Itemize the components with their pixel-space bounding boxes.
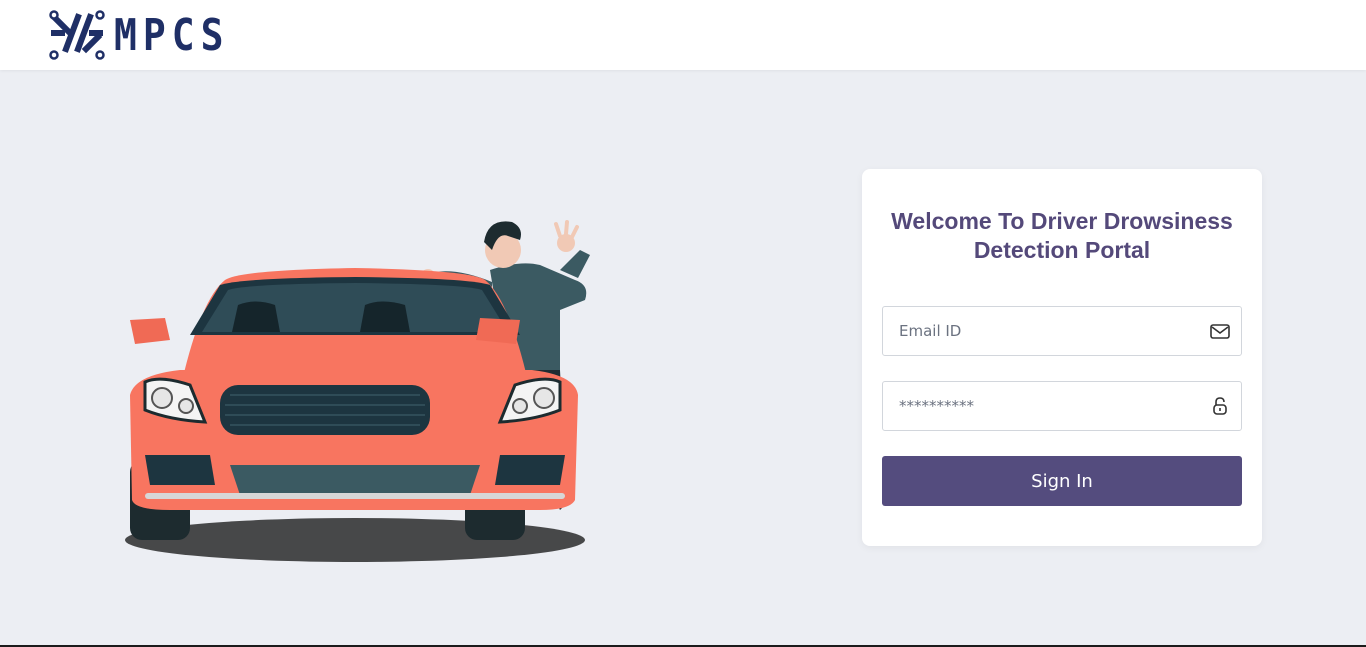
brand-name: MPCS — [114, 9, 230, 61]
email-field[interactable] — [882, 306, 1242, 356]
email-input[interactable] — [883, 308, 1193, 354]
envelope-icon — [1210, 324, 1230, 339]
password-field[interactable] — [882, 381, 1242, 431]
login-title: Welcome To Driver Drowsiness Detection P… — [891, 208, 1233, 263]
top-bar: MPCS — [0, 0, 1366, 70]
sign-in-button[interactable]: Sign In — [882, 456, 1242, 506]
login-card: Welcome To Driver Drowsiness Detection P… — [862, 169, 1262, 546]
mpcs-logo-icon — [49, 10, 105, 60]
brand-logo[interactable]: MPCS — [48, 9, 230, 61]
lock-icon — [1213, 397, 1227, 415]
password-input[interactable] — [883, 383, 1193, 429]
car-driver-illustration — [125, 220, 590, 562]
